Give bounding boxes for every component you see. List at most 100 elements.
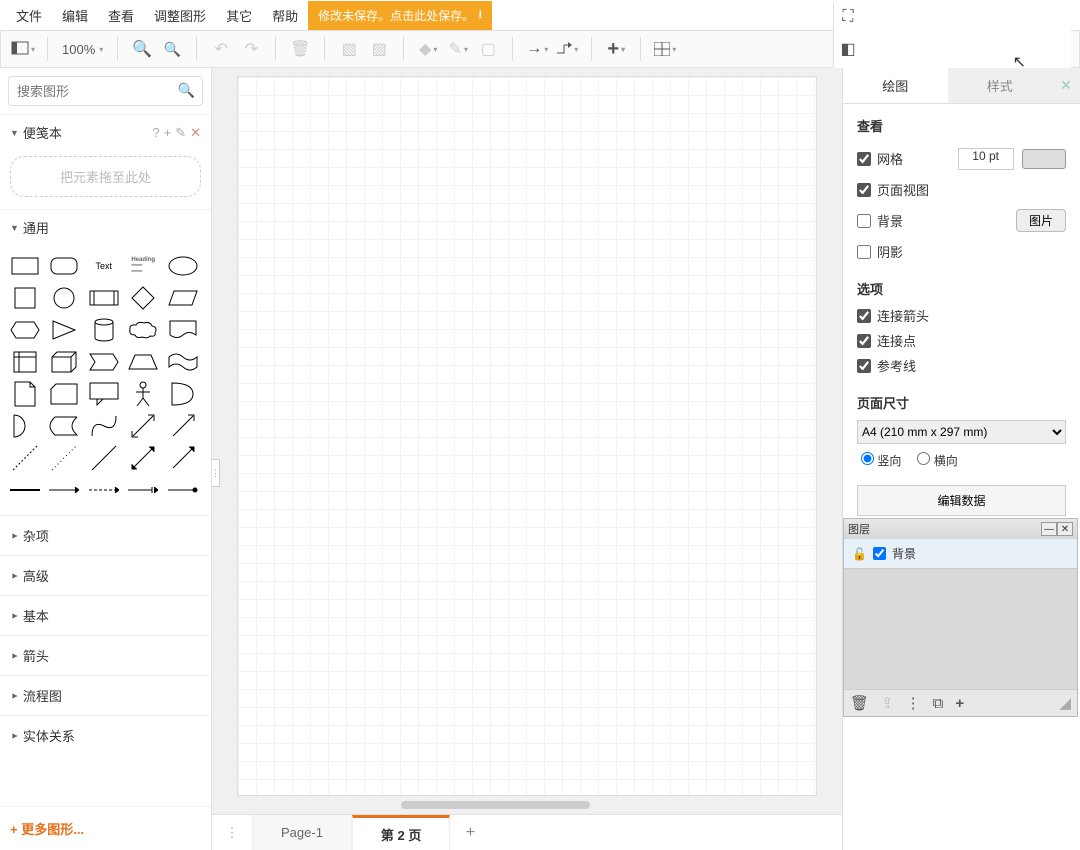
shape-dir-edge[interactable] bbox=[166, 443, 200, 473]
grid-checkbox[interactable]: 网格 bbox=[857, 149, 903, 168]
page-tab-1[interactable]: Page-1 bbox=[252, 815, 352, 850]
to-front-button[interactable]: ▧ bbox=[335, 35, 363, 63]
shape-dashed-line[interactable] bbox=[8, 443, 42, 473]
scratchpad-help-icon[interactable]: ? bbox=[152, 125, 159, 141]
shape-link1[interactable] bbox=[8, 475, 42, 505]
shape-line[interactable] bbox=[87, 443, 121, 473]
grid-size-input[interactable]: 10 pt bbox=[958, 148, 1014, 170]
shape-document[interactable] bbox=[166, 315, 200, 345]
menu-arrange[interactable]: 调整图形 bbox=[144, 2, 216, 29]
page-canvas[interactable] bbox=[237, 76, 817, 796]
shape-link3[interactable] bbox=[87, 475, 121, 505]
layer-add-button[interactable]: + bbox=[955, 695, 964, 712]
layer-move-button[interactable]: ⇪ bbox=[881, 694, 894, 712]
to-back-button[interactable]: ▨ bbox=[365, 35, 393, 63]
layer-delete-button[interactable]: 🗑 bbox=[850, 694, 869, 712]
lock-icon[interactable]: 🔓 bbox=[852, 547, 867, 561]
general-header[interactable]: ▼ 通用 bbox=[0, 210, 211, 245]
shape-cloud[interactable] bbox=[126, 315, 160, 345]
background-checkbox[interactable]: 背景 bbox=[857, 211, 903, 230]
redo-button[interactable]: ↷ bbox=[237, 35, 265, 63]
layer-row-background[interactable]: 🔓 背景 bbox=[844, 539, 1077, 569]
category-er[interactable]: ▼实体关系 bbox=[0, 715, 211, 755]
line-color-button[interactable]: ✎ bbox=[444, 35, 472, 63]
connection-arrows-checkbox[interactable]: 连接箭头 bbox=[857, 306, 1066, 325]
menu-view[interactable]: 查看 bbox=[98, 2, 144, 29]
shape-and[interactable] bbox=[8, 411, 42, 441]
scratchpad-close-icon[interactable]: ✕ bbox=[190, 125, 201, 141]
fullscreen-button[interactable]: ⛶ bbox=[834, 3, 862, 31]
shape-callout[interactable] bbox=[87, 379, 121, 409]
grid-color-swatch[interactable] bbox=[1022, 149, 1066, 169]
category-arrows[interactable]: ▼箭头 bbox=[0, 635, 211, 675]
scratchpad-drop-hint[interactable]: 把元素拖至此处 bbox=[10, 156, 201, 197]
page-size-select[interactable]: A4 (210 mm x 297 mm) bbox=[857, 420, 1066, 444]
menu-help[interactable]: 帮助 bbox=[262, 2, 308, 29]
format-panel-button[interactable]: ◧ bbox=[834, 35, 862, 63]
shape-process[interactable] bbox=[87, 283, 121, 313]
shape-heading[interactable]: Heading━━━━━━ bbox=[126, 251, 160, 281]
guides-checkbox[interactable]: 参考线 bbox=[857, 356, 1066, 375]
shape-square[interactable] bbox=[8, 283, 42, 313]
page-tab-2[interactable]: 第 2 页 bbox=[352, 815, 450, 850]
shape-link4[interactable] bbox=[126, 475, 160, 505]
landscape-radio[interactable]: 横向 bbox=[917, 452, 957, 469]
category-misc[interactable]: ▼杂项 bbox=[0, 515, 211, 555]
page-tabs-menu-button[interactable]: ⋮ bbox=[212, 815, 252, 850]
shape-hexagon[interactable] bbox=[8, 315, 42, 345]
shape-cylinder[interactable] bbox=[87, 315, 121, 345]
shape-tape[interactable] bbox=[166, 347, 200, 377]
shape-arrow[interactable] bbox=[166, 411, 200, 441]
layers-minimize-button[interactable]: — bbox=[1041, 522, 1057, 536]
category-flowchart[interactable]: ▼流程图 bbox=[0, 675, 211, 715]
resize-handle-icon[interactable]: ◢ bbox=[1059, 694, 1071, 712]
page-view-checkbox[interactable]: 页面视图 bbox=[857, 180, 1066, 199]
canvas-viewport[interactable] bbox=[212, 68, 842, 800]
menu-extras[interactable]: 其它 bbox=[216, 2, 262, 29]
shape-biarrow[interactable] bbox=[126, 411, 160, 441]
shape-curve[interactable] bbox=[87, 411, 121, 441]
unsaved-banner[interactable]: 修改未保存。点击此处保存。 ⭳ bbox=[308, 1, 492, 30]
connection-button[interactable]: → bbox=[523, 35, 551, 63]
shape-card[interactable] bbox=[47, 379, 81, 409]
delete-button[interactable]: 🗑 bbox=[286, 35, 314, 63]
shape-cube[interactable] bbox=[47, 347, 81, 377]
shape-note[interactable] bbox=[8, 379, 42, 409]
shape-triangle[interactable] bbox=[47, 315, 81, 345]
horizontal-scrollbar[interactable] bbox=[212, 800, 842, 810]
shape-rounded-rect[interactable] bbox=[47, 251, 81, 281]
portrait-radio[interactable]: 竖向 bbox=[861, 452, 901, 469]
shape-parallelogram[interactable] bbox=[166, 283, 200, 313]
fill-color-button[interactable]: ◆ bbox=[414, 35, 442, 63]
shape-dotted-line[interactable] bbox=[47, 443, 81, 473]
zoom-out-button[interactable]: 🔍 bbox=[158, 35, 186, 63]
layers-close-button[interactable]: ✕ bbox=[1057, 522, 1073, 536]
shape-ellipse[interactable] bbox=[166, 251, 200, 281]
tab-style[interactable]: 样式 bbox=[948, 68, 1053, 103]
scratchpad-add-icon[interactable]: + bbox=[164, 125, 172, 141]
layer-visible-checkbox[interactable] bbox=[873, 547, 886, 560]
category-advanced[interactable]: ▼高级 bbox=[0, 555, 211, 595]
add-page-button[interactable]: + bbox=[450, 815, 490, 850]
connection-points-checkbox[interactable]: 连接点 bbox=[857, 331, 1066, 350]
shape-link2[interactable] bbox=[47, 475, 81, 505]
shadow-checkbox[interactable]: 阴影 bbox=[857, 242, 1066, 261]
category-basic[interactable]: ▼基本 bbox=[0, 595, 211, 635]
shape-rectangle[interactable] bbox=[8, 251, 42, 281]
shape-actor[interactable] bbox=[126, 379, 160, 409]
layer-duplicate-button[interactable]: ⧉ bbox=[933, 695, 944, 712]
scratchpad-header[interactable]: ▼ 便笺本 ? + ✎ ✕ bbox=[0, 115, 211, 150]
insert-button[interactable]: + bbox=[602, 35, 630, 63]
zoom-dropdown[interactable]: 100% bbox=[58, 42, 107, 57]
shape-trapezoid[interactable] bbox=[126, 347, 160, 377]
table-button[interactable] bbox=[651, 35, 679, 63]
sidebar-toggle-button[interactable] bbox=[9, 35, 37, 63]
shape-internal-storage[interactable] bbox=[8, 347, 42, 377]
layers-header[interactable]: 图层 — ✕ bbox=[844, 519, 1077, 539]
background-image-button[interactable]: 图片 bbox=[1016, 209, 1066, 232]
shape-search-input[interactable] bbox=[8, 76, 203, 106]
edit-data-button[interactable]: 编辑数据 bbox=[857, 485, 1066, 516]
tab-diagram[interactable]: 绘图 bbox=[843, 68, 948, 103]
zoom-in-button[interactable]: 🔍 bbox=[128, 35, 156, 63]
shape-link5[interactable] bbox=[166, 475, 200, 505]
